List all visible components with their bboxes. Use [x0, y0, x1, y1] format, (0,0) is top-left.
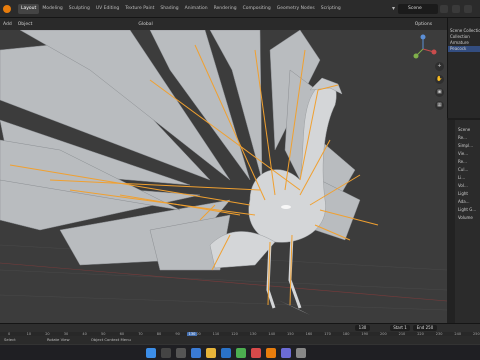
status-rotate: Rotate View — [46, 337, 70, 342]
peacock-legs — [266, 234, 302, 309]
start-label: Start — [393, 325, 403, 330]
outliner-item[interactable]: Peacock — [448, 46, 480, 52]
task-view-icon[interactable] — [176, 348, 186, 358]
peacock-scene — [0, 30, 447, 315]
end-frame-field[interactable]: End 250 — [413, 325, 437, 331]
object-menu[interactable]: Object — [15, 22, 36, 27]
viewport-nav-buttons: + ✋ ▣ ▦ — [435, 62, 444, 110]
properties-tabs — [447, 120, 455, 323]
tab-sculpting[interactable]: Sculpting — [66, 4, 93, 14]
outliner-list: Scene Collection Collection Armature Peacoc… — [448, 18, 480, 52]
tab-modeling[interactable]: Modeling — [39, 4, 65, 14]
3d-viewport[interactable] — [0, 30, 447, 323]
layer-settings-icon[interactable] — [452, 5, 460, 13]
transform-orientation[interactable]: Global — [135, 22, 155, 27]
tab-uv-editing[interactable]: UV Editing — [93, 4, 122, 14]
start-value: 1 — [404, 325, 407, 330]
windows-taskbar — [0, 344, 480, 360]
blender-taskbar-icon[interactable] — [266, 348, 276, 358]
navigation-gizmo[interactable] — [408, 34, 438, 64]
close-icon[interactable] — [464, 5, 472, 13]
end-label: End — [416, 325, 425, 330]
current-frame-field[interactable]: 130 — [355, 325, 370, 331]
tab-rendering[interactable]: Rendering — [211, 4, 240, 14]
app-icon[interactable] — [236, 348, 246, 358]
start-icon[interactable] — [146, 348, 156, 358]
grid-icon[interactable]: ▦ — [435, 101, 444, 110]
blender-logo-icon[interactable] — [3, 4, 11, 13]
status-context: Object Context Menu — [90, 337, 131, 342]
end-value: 250 — [425, 325, 434, 330]
outliner-panel: Scene Collection Collection Armature Peacoc… — [447, 18, 480, 118]
viewport-header: Add Object Global Options — [0, 18, 447, 30]
app-icon-4[interactable] — [296, 348, 306, 358]
start-frame-field[interactable]: Start 1 — [390, 325, 410, 331]
tab-shading[interactable]: Shading — [157, 4, 181, 14]
tab-texture-paint[interactable]: Texture Paint — [122, 4, 157, 14]
top-bar: Layout Modeling Sculpting UV Editing Texture… — [0, 0, 480, 18]
edge-icon[interactable] — [191, 348, 201, 358]
pan-hand-icon[interactable]: ✋ — [435, 75, 444, 84]
app-icon-3[interactable] — [281, 348, 291, 358]
x-axis-line — [0, 262, 447, 302]
taskbar-apps — [146, 348, 306, 358]
topbar-icons — [440, 5, 472, 13]
zoom-icon[interactable]: + — [435, 62, 444, 71]
add-menu[interactable]: Add — [0, 22, 15, 27]
tab-compositing[interactable]: Compositing — [240, 4, 274, 14]
workspace-tabs: Layout Modeling Sculpting UV Editing Texture… — [18, 3, 344, 14]
scene-selector[interactable]: Scene — [398, 4, 438, 14]
app-icon-2[interactable] — [251, 348, 261, 358]
tab-animation[interactable]: Animation — [182, 4, 211, 14]
camera-icon[interactable]: ▣ — [435, 88, 444, 97]
blender-window: Layout Modeling Sculpting UV Editing Texture… — [0, 0, 480, 360]
status-bar: Select Rotate View Object Context Menu — [0, 336, 480, 344]
view-layer-icon[interactable] — [440, 5, 448, 13]
tab-layout[interactable]: Layout — [18, 3, 40, 14]
file-explorer-icon[interactable] — [206, 348, 216, 358]
search-icon[interactable] — [161, 348, 171, 358]
store-icon[interactable] — [221, 348, 231, 358]
tab-scripting[interactable]: Scripting — [318, 4, 344, 14]
tab-geometry-nodes[interactable]: Geometry Nodes — [274, 4, 318, 14]
status-select: Select — [4, 337, 16, 342]
options-menu[interactable]: Options — [412, 22, 435, 27]
